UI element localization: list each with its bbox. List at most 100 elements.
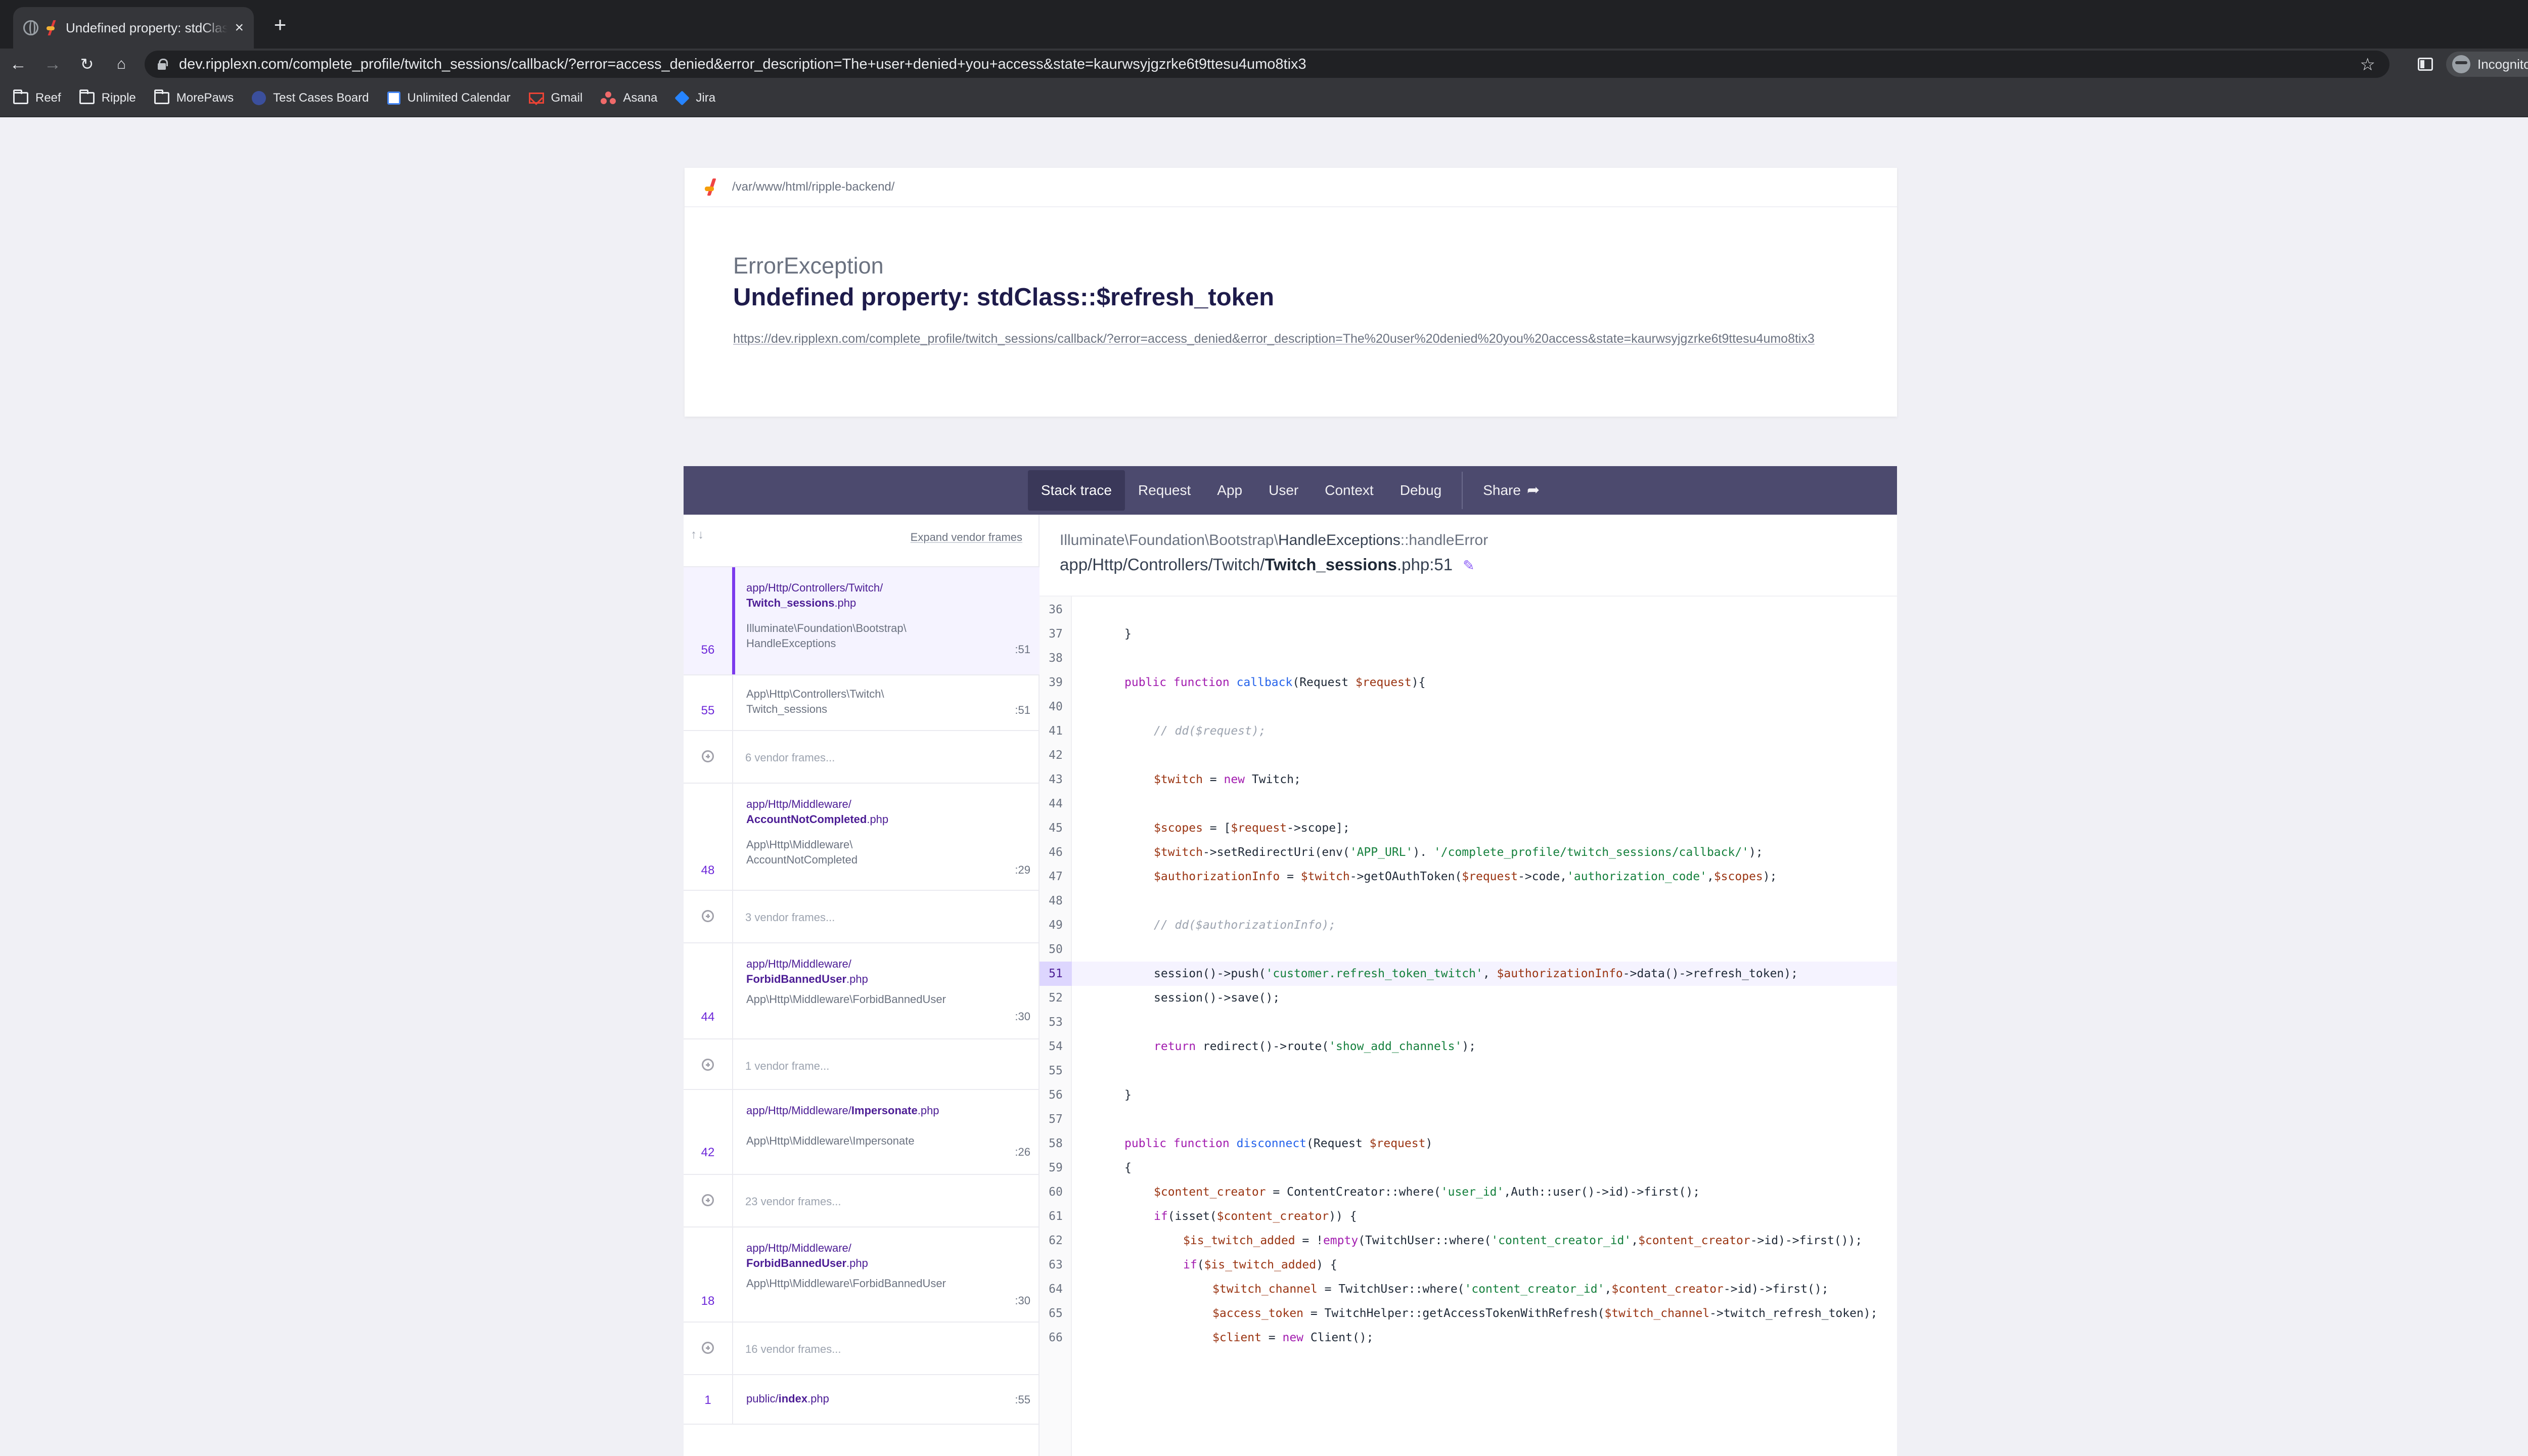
- bookmark-label: MorePaws: [176, 91, 234, 105]
- bookmark-jira[interactable]: Jira: [674, 90, 716, 106]
- url-text[interactable]: dev.ripplexn.com/complete_profile/twitch…: [179, 56, 1306, 73]
- code-line: 54 return redirect()->route('show_add_cha…: [1049, 1040, 1476, 1053]
- frame-class: App\Http\Middleware\ForbidBannedUser: [746, 993, 946, 1006]
- calendar-icon: [387, 92, 400, 105]
- share-icon: ➦: [1526, 482, 1540, 498]
- gmail-icon: [528, 93, 544, 104]
- frame-content: app/Http/Middleware/ForbidBannedUser.php…: [732, 1227, 1040, 1322]
- bookmark-reef[interactable]: Reef: [13, 89, 61, 105]
- stack-frame-18[interactable]: 18 app/Http/Middleware/ForbidBannedUser.…: [684, 1227, 1040, 1323]
- frame-line: :51: [1015, 704, 1030, 716]
- frame-file: app/Http/Middleware/ForbidBannedUser.php: [746, 958, 868, 985]
- vendor-frames-toggle[interactable]: 3 vendor frames...: [684, 891, 1040, 943]
- edit-pencil-icon[interactable]: ✎: [1463, 557, 1474, 574]
- stack-trace-panel: ↑↓ Expand vendor frames 56 app/Http/Cont…: [684, 515, 1897, 1456]
- code-line: 64 $twitch_channel = TwitchUser::where('c…: [1049, 1283, 1829, 1296]
- reload-button[interactable]: ↻: [76, 54, 98, 76]
- folder-icon: [13, 89, 28, 104]
- exception-class: ErrorException: [733, 253, 884, 279]
- tab-debug[interactable]: Debug: [1387, 470, 1455, 511]
- request-url-link[interactable]: https://dev.ripplexn.com/complete_profil…: [733, 330, 1845, 348]
- code-line: 66 $client = new Client();: [1049, 1331, 1374, 1344]
- app-path-bar: /var/www/html/ripple-backend/: [685, 168, 1897, 207]
- bookmark-morepaws[interactable]: MorePaws: [154, 89, 234, 105]
- frame-class: Illuminate\Foundation\Bootstrap\ HandleEx…: [746, 622, 907, 650]
- tab-app[interactable]: App: [1204, 470, 1255, 511]
- ignition-favicon-icon: [46, 20, 59, 35]
- tab-close-button[interactable]: ×: [235, 20, 244, 35]
- frame-line: :30: [1015, 1010, 1030, 1023]
- frame-file: app/Http/Middleware/Impersonate.php: [746, 1104, 939, 1117]
- bookmark-gmail[interactable]: Gmail: [528, 91, 583, 105]
- tab-stack-trace[interactable]: Stack trace: [1027, 470, 1125, 511]
- stack-frame-48[interactable]: 48 app/Http/Middleware/AccountNotComplet…: [684, 784, 1040, 891]
- code-line: 55: [1049, 1064, 1063, 1077]
- stack-frame-55[interactable]: 55 App\Http\Controllers\Twitch\ Twitch_se…: [684, 675, 1040, 731]
- side-panel-icon[interactable]: [2418, 58, 2433, 71]
- code-line: 60 $content_creator = ContentCreator::whe…: [1049, 1186, 1700, 1199]
- stack-frame-1[interactable]: 1 public/index.php :55: [684, 1375, 1040, 1425]
- back-button[interactable]: ←: [7, 54, 29, 76]
- vendor-frames-toggle[interactable]: 23 vendor frames...: [684, 1175, 1040, 1227]
- error-tabs-bar: Stack trace Request App User Context Deb…: [684, 466, 1897, 515]
- code-line: 39 public function callback(Request $requ…: [1049, 676, 1426, 689]
- share-label: Share: [1483, 482, 1521, 498]
- frame-content: app/Http/Middleware/AccountNotCompleted.…: [732, 784, 1040, 890]
- browser-toolbar: ← → ↻ ⌂ dev.ripplexn.com/complete_profil…: [0, 49, 2528, 80]
- frame-number: 42: [701, 1146, 715, 1159]
- bookmark-unlimited-calendar[interactable]: Unlimited Calendar: [387, 91, 511, 105]
- frame-number: 48: [701, 863, 715, 877]
- bookmark-label: Gmail: [551, 91, 583, 105]
- expand-plus-icon: [702, 1194, 714, 1206]
- vendor-frames-toggle[interactable]: 16 vendor frames...: [684, 1323, 1040, 1375]
- vendor-frames-count: 1 vendor frame...: [745, 1060, 830, 1072]
- bookmark-label: Jira: [696, 91, 716, 105]
- expand-plus-icon: [702, 1342, 714, 1354]
- code-line: 63 if($is_twitch_added) {: [1049, 1258, 1337, 1271]
- code-line: 38: [1049, 652, 1063, 665]
- bookmark-label: Ripple: [101, 91, 136, 105]
- browser-tab-active[interactable]: Undefined property: stdClass::$refresh_t…: [13, 7, 254, 49]
- address-bar[interactable]: dev.ripplexn.com/complete_profile/twitch…: [145, 51, 2389, 78]
- frame-number: 55: [701, 704, 715, 717]
- incognito-badge[interactable]: Incognito: [2446, 52, 2528, 77]
- stack-frame-44[interactable]: 44 app/Http/Middleware/ForbidBannedUser.…: [684, 943, 1040, 1039]
- code-line: 49// dd($authorizationInfo);: [1049, 919, 1336, 932]
- frame-line: :29: [1015, 863, 1030, 876]
- bookmark-ripple[interactable]: Ripple: [79, 89, 136, 105]
- frame-content: app/Http/Middleware/Impersonate.php App\…: [732, 1090, 1040, 1174]
- vendor-frames-count: 23 vendor frames...: [745, 1195, 841, 1208]
- expand-plus-icon: [702, 750, 714, 762]
- tab-context[interactable]: Context: [1312, 470, 1387, 511]
- code-line: 62 $is_twitch_added = !empty(TwitchUser::…: [1049, 1234, 1863, 1247]
- code-line: 65 $access_token = TwitchHelper::getAcces…: [1049, 1307, 1878, 1320]
- incognito-label: Incognito: [2477, 56, 2528, 72]
- forward-button[interactable]: →: [41, 54, 64, 76]
- vendor-frames-toggle[interactable]: 1 vendor frame...: [684, 1039, 1040, 1090]
- vendor-frames-count: 3 vendor frames...: [745, 911, 835, 924]
- frame-number: 56: [701, 643, 715, 657]
- share-button[interactable]: Share ➦: [1470, 470, 1553, 511]
- expand-vendor-frames-link[interactable]: Expand vendor frames: [911, 531, 1022, 544]
- sort-arrows-icon[interactable]: ↑↓: [691, 528, 705, 542]
- new-tab-button[interactable]: +: [268, 13, 292, 37]
- stack-frames-list: ↑↓ Expand vendor frames 56 app/Http/Cont…: [684, 515, 1040, 1456]
- folder-icon: [154, 89, 169, 104]
- bookmark-star-icon[interactable]: ☆: [2360, 55, 2375, 75]
- expand-plus-icon: [702, 1059, 714, 1071]
- stack-frame-42[interactable]: 42 app/Http/Middleware/Impersonate.php A…: [684, 1090, 1040, 1175]
- bookmark-asana[interactable]: Asana: [601, 91, 657, 105]
- stack-frame-56[interactable]: 56 app/Http/Controllers/Twitch/Twitch_se…: [684, 567, 1040, 675]
- tab-request[interactable]: Request: [1125, 470, 1204, 511]
- bookmark-test-cases-board[interactable]: Test Cases Board: [252, 91, 369, 105]
- home-button[interactable]: ⌂: [110, 54, 132, 76]
- frame-content: app/Http/Controllers/Twitch/Twitch_sessi…: [732, 567, 1040, 674]
- frame-file: app/Http/Controllers/Twitch/Twitch_sessi…: [746, 581, 883, 609]
- tab-user[interactable]: User: [1255, 470, 1312, 511]
- code-line: 53: [1049, 1016, 1063, 1029]
- incognito-icon: [2452, 55, 2470, 73]
- globe-icon: [23, 20, 38, 35]
- frame-line: :55: [1015, 1393, 1030, 1406]
- bookmark-label: Test Cases Board: [273, 91, 369, 105]
- vendor-frames-toggle[interactable]: 6 vendor frames...: [684, 731, 1040, 784]
